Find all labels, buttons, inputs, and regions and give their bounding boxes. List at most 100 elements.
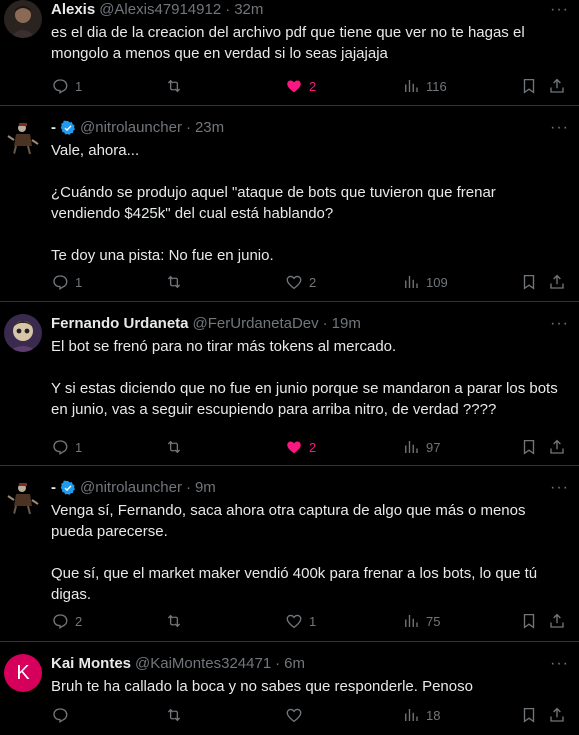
bookmark-icon <box>523 707 535 723</box>
views-button[interactable]: 97 <box>402 438 440 456</box>
avatar[interactable] <box>4 478 42 516</box>
bookmark-button[interactable] <box>520 77 538 95</box>
reply-button[interactable]: 1 <box>51 273 82 291</box>
heart-icon <box>286 614 302 629</box>
tweet-text: Venga sí, Fernando, saca ahora otra capt… <box>51 502 538 603</box>
share-icon <box>550 78 564 93</box>
bookmark-icon <box>523 274 535 290</box>
tweet[interactable]: - @nitrolauncher · 23m Vale, ahora... ¿C… <box>0 106 579 302</box>
more-icon[interactable]: ··· <box>550 314 569 334</box>
reply-count: 1 <box>75 274 83 290</box>
bookmark-button[interactable] <box>520 612 538 630</box>
display-name[interactable]: - <box>51 478 56 498</box>
retweet-button[interactable] <box>165 438 189 456</box>
reply-button[interactable] <box>51 706 75 724</box>
like-button[interactable]: 2 <box>285 273 316 291</box>
views-count: 116 <box>426 78 447 94</box>
timestamp[interactable]: 19m <box>332 314 361 334</box>
action-bar: 1 2 116 <box>51 76 569 96</box>
avatar[interactable]: K <box>4 654 42 692</box>
avatar[interactable] <box>4 118 42 156</box>
separator-dot: · <box>185 479 191 496</box>
views-button[interactable]: 109 <box>402 273 448 291</box>
display-name[interactable]: - <box>51 118 56 138</box>
tweet[interactable]: K Kai Montes @KaiMontes324471 · 6m Bruh … <box>0 642 579 735</box>
share-icon <box>550 439 564 454</box>
user-handle[interactable]: @nitrolauncher <box>80 118 182 138</box>
share-icon <box>550 707 564 722</box>
bookmark-icon <box>523 439 535 455</box>
views-button[interactable]: 116 <box>402 77 447 95</box>
tweet[interactable]: Fernando Urdaneta @FerUrdanetaDev · 19m … <box>0 302 579 466</box>
like-button[interactable]: 2 <box>285 77 316 95</box>
tweet-header: Alexis @Alexis47914912 · 32m <box>51 0 569 20</box>
reply-count: 1 <box>75 78 83 94</box>
user-handle[interactable]: @FerUrdanetaDev <box>193 314 319 334</box>
reply-button[interactable]: 1 <box>51 438 82 456</box>
share-button[interactable] <box>548 438 566 456</box>
separator-dot: · <box>225 1 231 18</box>
display-name[interactable]: Alexis <box>51 0 95 20</box>
timestamp[interactable]: 32m <box>234 0 263 20</box>
like-button[interactable]: 2 <box>285 438 316 456</box>
tweet[interactable]: - @nitrolauncher · 9m Venga sí, Fernando… <box>0 466 579 642</box>
share-icon <box>550 274 564 289</box>
more-icon[interactable]: ··· <box>550 118 569 138</box>
tweet-header: - @nitrolauncher · 9m <box>51 478 569 498</box>
timestamp[interactable]: 23m <box>195 118 224 138</box>
like-count: 1 <box>309 613 317 629</box>
display-name[interactable]: Kai Montes <box>51 654 131 674</box>
reply-icon <box>53 614 68 629</box>
verified-badge-icon <box>60 480 75 495</box>
timestamp[interactable]: 6m <box>284 654 305 674</box>
user-handle[interactable]: @Alexis47914912 <box>99 0 221 20</box>
reply-button[interactable]: 1 <box>51 77 82 95</box>
retweet-button[interactable] <box>165 706 189 724</box>
bookmark-button[interactable] <box>520 273 538 291</box>
tweet-text: Vale, ahora... ¿Cuándo se produjo aquel … <box>51 142 496 264</box>
avatar[interactable] <box>4 314 42 352</box>
timestamp[interactable]: 9m <box>195 478 216 498</box>
share-button[interactable] <box>548 273 566 291</box>
bookmark-button[interactable] <box>520 706 538 724</box>
retweet-icon <box>167 275 181 289</box>
separator-dot: · <box>322 315 328 332</box>
reply-button[interactable]: 2 <box>51 612 82 630</box>
tweet[interactable]: Alexis @Alexis47914912 · 32m es el dia d… <box>0 0 579 106</box>
views-button[interactable]: 18 <box>402 706 440 724</box>
reply-icon <box>53 708 68 723</box>
action-bar: 1 2 97 <box>51 437 569 457</box>
views-icon <box>405 276 418 288</box>
reply-icon <box>53 440 68 455</box>
bookmark-button[interactable] <box>520 438 538 456</box>
views-icon <box>405 441 418 453</box>
views-icon <box>405 615 418 627</box>
views-button[interactable]: 75 <box>402 612 440 630</box>
heart-icon <box>286 275 302 290</box>
display-name[interactable]: Fernando Urdaneta <box>51 314 189 334</box>
share-button[interactable] <box>548 706 566 724</box>
user-handle[interactable]: @KaiMontes324471 <box>135 654 271 674</box>
views-icon <box>405 80 418 92</box>
more-icon[interactable]: ··· <box>550 478 569 498</box>
user-handle[interactable]: @nitrolauncher <box>80 478 182 498</box>
more-icon[interactable]: ··· <box>550 0 569 20</box>
heart-icon <box>286 708 302 723</box>
bookmark-icon <box>523 613 535 629</box>
share-button[interactable] <box>548 612 566 630</box>
views-count: 109 <box>426 274 448 290</box>
tweet-text: Bruh te ha callado la boca y no sabes qu… <box>51 678 473 695</box>
retweet-button[interactable] <box>165 77 189 95</box>
like-button[interactable]: 1 <box>285 612 316 630</box>
action-bar: 18 <box>51 705 569 725</box>
more-icon[interactable]: ··· <box>550 654 569 674</box>
retweet-button[interactable] <box>165 612 189 630</box>
avatar[interactable] <box>4 0 42 38</box>
views-count: 75 <box>426 613 441 629</box>
like-button[interactable] <box>285 706 309 724</box>
retweet-icon <box>167 708 181 722</box>
views-count: 18 <box>426 707 441 723</box>
share-button[interactable] <box>548 77 566 95</box>
retweet-button[interactable] <box>165 273 189 291</box>
views-icon <box>405 709 418 721</box>
